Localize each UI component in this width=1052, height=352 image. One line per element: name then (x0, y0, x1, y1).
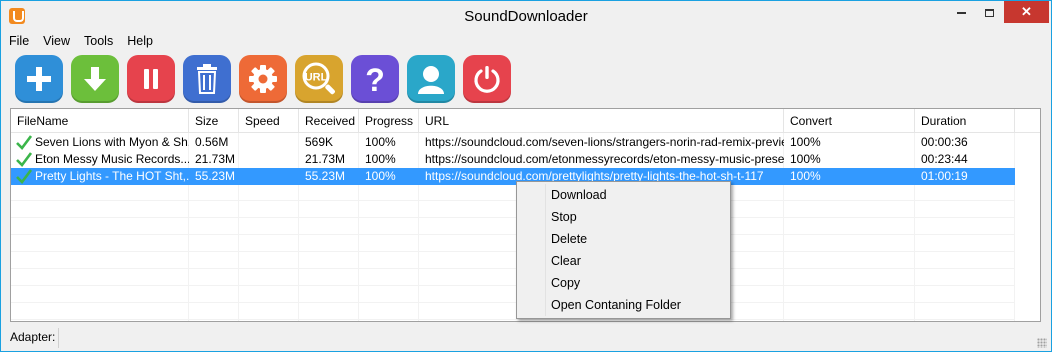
cell-url: https://soundcloud.com/seven-lions/stran… (425, 135, 784, 149)
menu-help[interactable]: Help (119, 32, 159, 51)
minimize-icon (956, 11, 966, 14)
column-duration[interactable]: Duration (915, 109, 1015, 133)
empty-row (11, 303, 1015, 320)
menu-file[interactable]: File (1, 32, 35, 51)
url-search-icon: URL (302, 62, 335, 95)
title-bar[interactable]: SoundDownloader ✕ (1, 1, 1051, 31)
add-button[interactable] (15, 55, 63, 103)
plus-icon (27, 67, 51, 91)
table-row[interactable]: Eton Messy Music Records..... 21.73M 21.… (11, 151, 1015, 168)
column-convert[interactable]: Convert (784, 109, 915, 133)
empty-row (11, 218, 1015, 235)
menu-tools[interactable]: Tools (76, 32, 119, 51)
account-button[interactable] (407, 55, 455, 103)
cell-speed (239, 151, 299, 168)
column-progress[interactable]: Progress (359, 109, 419, 133)
cell-duration: 01:00:19 (921, 169, 968, 183)
maximize-icon (984, 8, 994, 17)
cell-size: 21.73M (195, 152, 236, 166)
svg-text:?: ? (365, 62, 385, 96)
app-window: SoundDownloader ✕ File View Tools Help U… (0, 0, 1052, 352)
pause-icon (144, 69, 158, 89)
cell-progress: 100% (365, 135, 396, 149)
empty-row (11, 184, 1015, 201)
delete-button[interactable] (183, 55, 231, 103)
pause-button[interactable] (127, 55, 175, 103)
column-filename[interactable]: FileName (11, 109, 189, 133)
cell-size: 0.56M (195, 135, 229, 149)
svg-text:URL: URL (305, 72, 328, 84)
power-icon (474, 66, 500, 93)
empty-row (11, 235, 1015, 252)
context-menu-clear[interactable]: Clear (519, 250, 728, 272)
download-button[interactable] (71, 55, 119, 103)
minimize-button[interactable] (947, 1, 975, 23)
cell-duration: 00:23:44 (921, 152, 968, 166)
status-adapter-label: Adapter: (10, 330, 56, 344)
close-button[interactable]: ✕ (1004, 1, 1049, 23)
window-title: SoundDownloader (464, 8, 588, 25)
context-menu-copy[interactable]: Copy (519, 272, 728, 294)
status-adapter-field (58, 328, 1041, 348)
cell-size: 55.23M (195, 169, 236, 183)
column-url[interactable]: URL (419, 109, 784, 133)
empty-row (11, 201, 1015, 218)
toolbar: URL ? (15, 55, 519, 103)
menu-bar: File View Tools Help (1, 32, 159, 51)
cell-progress: 100% (365, 152, 396, 166)
cell-url: https://soundcloud.com/etonmessyrecords/… (425, 152, 784, 166)
cell-duration: 00:00:36 (921, 135, 968, 149)
cell-convert: 100% (790, 169, 821, 183)
column-size[interactable]: Size (189, 109, 239, 133)
cell-filename: Seven Lions with Myon & Sh... (35, 135, 189, 149)
maximize-button[interactable] (975, 1, 1003, 23)
cell-filename: Pretty Lights - The HOT Sht,... (35, 169, 189, 183)
context-menu-stop[interactable]: Stop (519, 206, 728, 228)
cell-speed (239, 134, 299, 151)
column-received[interactable]: Received (299, 109, 359, 133)
cell-filename: Eton Messy Music Records..... (35, 152, 189, 166)
power-button[interactable] (463, 55, 511, 103)
cell-convert: 100% (790, 152, 821, 166)
cell-progress: 100% (365, 169, 396, 183)
column-speed[interactable]: Speed (239, 109, 299, 133)
help-button[interactable]: ? (351, 55, 399, 103)
table-row[interactable]: Seven Lions with Myon & Sh... 0.56M 569K… (11, 134, 1015, 151)
url-button[interactable]: URL (295, 55, 343, 103)
trash-icon (197, 64, 217, 94)
context-menu-download[interactable]: Download (519, 184, 728, 206)
cell-speed (239, 168, 299, 185)
empty-row (11, 269, 1015, 286)
empty-row (11, 286, 1015, 303)
cell-convert: 100% (790, 135, 821, 149)
question-icon: ? (365, 62, 385, 96)
table-row-selected[interactable]: Pretty Lights - The HOT Sht,... 55.23M 5… (11, 168, 1015, 185)
status-bar: Adapter: (1, 326, 1051, 351)
cell-received: 569K (305, 135, 334, 149)
list-header: FileName Size Speed Received Progress UR… (11, 109, 1040, 133)
cell-received: 55.23M (305, 169, 346, 183)
empty-row (11, 252, 1015, 269)
settings-button[interactable] (239, 55, 287, 103)
context-menu-delete[interactable]: Delete (519, 228, 728, 250)
user-icon (418, 66, 444, 94)
gear-icon (249, 65, 277, 93)
download-arrow-icon (84, 67, 106, 91)
context-menu: Download Stop Delete Clear Copy Open Con… (516, 181, 731, 319)
context-menu-open-folder[interactable]: Open Contaning Folder (519, 294, 728, 316)
menu-view[interactable]: View (35, 32, 76, 51)
cell-received: 21.73M (305, 152, 346, 166)
resize-grip-icon[interactable] (1037, 338, 1047, 348)
